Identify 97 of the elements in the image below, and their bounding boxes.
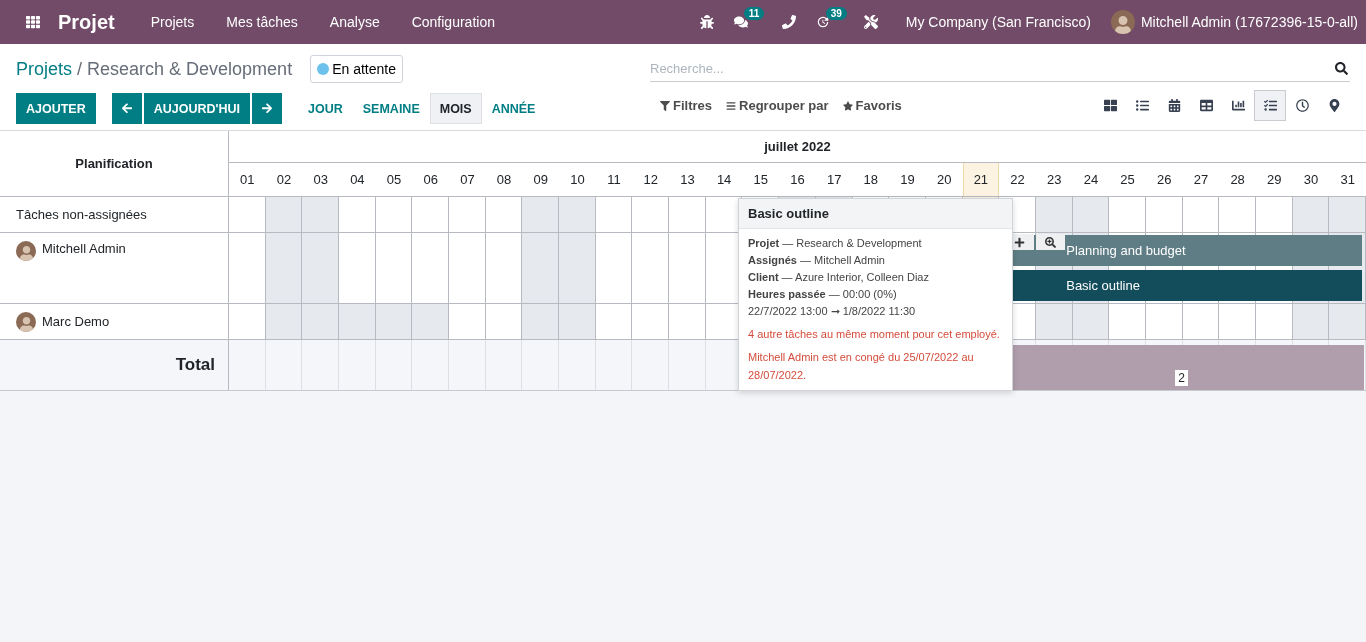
chat-icon[interactable]: [733, 15, 748, 29]
breadcrumb-current: / Research & Development: [77, 58, 293, 80]
day-header: 03: [312, 171, 329, 189]
zoom-in-icon: [1045, 236, 1057, 248]
table-view-icon: [1199, 99, 1213, 112]
day-header: 11: [606, 171, 622, 189]
search-option-button[interactable]: Regrouper par: [726, 98, 829, 113]
day-header: 02: [275, 171, 293, 189]
day-header: 13: [679, 171, 696, 189]
day-header: 12: [642, 171, 659, 189]
plus-icon: [1014, 236, 1026, 248]
menu-item[interactable]: Analyse: [313, 14, 396, 30]
menu-item[interactable]: Projets: [134, 14, 211, 30]
bug-icon[interactable]: [699, 15, 714, 29]
list-view-icon: [1135, 99, 1149, 112]
row-header-title: Planification: [0, 131, 229, 196]
gantt-view-icon: [1263, 99, 1277, 112]
day-header: 29: [1266, 171, 1283, 189]
phone-icon[interactable]: [781, 15, 796, 29]
day-header: 25: [1119, 171, 1136, 189]
right-arrow-icon: [262, 102, 273, 115]
day-header: 09: [532, 171, 549, 189]
scale-tab[interactable]: JOUR: [298, 93, 353, 124]
popover-title: Basic outline: [739, 199, 1012, 229]
day-header: 16: [789, 171, 806, 189]
day-header: 07: [459, 171, 476, 189]
calendar-view-icon: [1167, 99, 1181, 112]
previous-button[interactable]: [111, 93, 142, 124]
row-name: Marc Demo: [42, 314, 110, 329]
day-header: 17: [825, 171, 843, 189]
row-name: Mitchell Admin: [42, 241, 126, 256]
month-header: juillet 2022: [229, 131, 1366, 163]
day-header: 21: [962, 163, 1000, 196]
gantt-view-button[interactable]: [1254, 90, 1286, 121]
map-pin-view-icon: [1327, 99, 1341, 112]
day-header: 18: [862, 171, 880, 189]
day-header: 01: [239, 171, 256, 189]
filter-icon: [660, 100, 670, 111]
day-header: 05: [385, 171, 403, 189]
day-header: 24: [1082, 171, 1100, 189]
total-label: Total: [0, 340, 229, 390]
scale-tab[interactable]: MOIS: [429, 93, 482, 124]
menu-item[interactable]: Configuration: [395, 14, 511, 30]
today-button[interactable]: AUJOURD'HUI: [143, 93, 251, 124]
employee-avatar: [16, 311, 36, 332]
search-icon[interactable]: [1335, 62, 1348, 75]
day-header: 15: [752, 171, 770, 189]
lines-icon: [726, 100, 736, 111]
popover-detail: Heures passée — 00:00 (0%): [748, 287, 898, 302]
message-count-badge: 11: [743, 7, 765, 20]
day-header: 20: [935, 171, 953, 189]
day-header: 27: [1192, 171, 1210, 189]
day-header: 23: [1046, 171, 1063, 189]
left-arrow-icon: [121, 102, 132, 115]
scale-tab[interactable]: SEMAINE: [352, 93, 430, 124]
company-switcher[interactable]: My Company (San Francisco): [905, 14, 1091, 30]
star-icon: [842, 100, 853, 111]
day-header: 22: [1009, 171, 1026, 189]
day-header: 30: [1302, 171, 1320, 189]
user-avatar[interactable]: [1110, 10, 1135, 34]
popover-warning: 4 autre tâches au même moment pour cet employé.: [748, 327, 1001, 342]
clock-view-icon: [1295, 99, 1309, 112]
search-option-button[interactable]: Favoris: [842, 98, 902, 113]
row-name: Tâches non-assignées: [16, 207, 147, 222]
app-title: Projet: [58, 10, 115, 34]
menu-item[interactable]: Mes tâches: [210, 14, 314, 30]
user-menu[interactable]: Mitchell Admin (17672396-15-0-all): [1140, 14, 1358, 30]
employee-avatar: [16, 241, 36, 261]
popover-detail: Assignés — Mitchell Admin: [748, 253, 886, 268]
next-button[interactable]: [252, 93, 283, 124]
add-button[interactable]: AJOUTER: [16, 93, 96, 124]
day-header: 14: [715, 171, 733, 189]
kanban-view-icon: [1103, 99, 1117, 112]
breadcrumb-link[interactable]: Projets: [16, 58, 73, 80]
day-header: 08: [495, 171, 513, 189]
day-header: 31: [1339, 171, 1356, 189]
day-header: 26: [1156, 171, 1173, 189]
status-button[interactable]: En attente: [310, 55, 403, 83]
search-field[interactable]: Recherche...: [650, 55, 1350, 82]
popover-detail: Projet — Research & Development: [748, 236, 923, 251]
apps-grid-icon[interactable]: [26, 15, 40, 29]
day-header: 04: [349, 171, 366, 189]
zoom-in-button[interactable]: [1036, 234, 1066, 250]
popover-detail: 22/7/2022 13:00 ➞ 1/8/2022 11:30: [748, 304, 917, 319]
day-header: 19: [899, 171, 916, 189]
day-header: 28: [1229, 171, 1246, 189]
activity-count-badge: 39: [825, 7, 847, 20]
day-header: 06: [422, 171, 439, 189]
activity-icon[interactable]: [815, 15, 830, 29]
total-value: 2: [1175, 370, 1188, 386]
tools-icon[interactable]: [863, 15, 878, 29]
popover-warning: Mitchell Admin est en congé du 25/07/2022 au 28/07/2022.: [748, 350, 975, 383]
scale-tab[interactable]: ANNÉE: [481, 93, 546, 124]
bar-chart-view-icon: [1231, 99, 1245, 112]
search-option-button[interactable]: Filtres: [660, 98, 712, 113]
popover-detail: Client — Azure Interior, Colleen Diaz: [748, 270, 930, 285]
day-header: 10: [569, 171, 586, 189]
